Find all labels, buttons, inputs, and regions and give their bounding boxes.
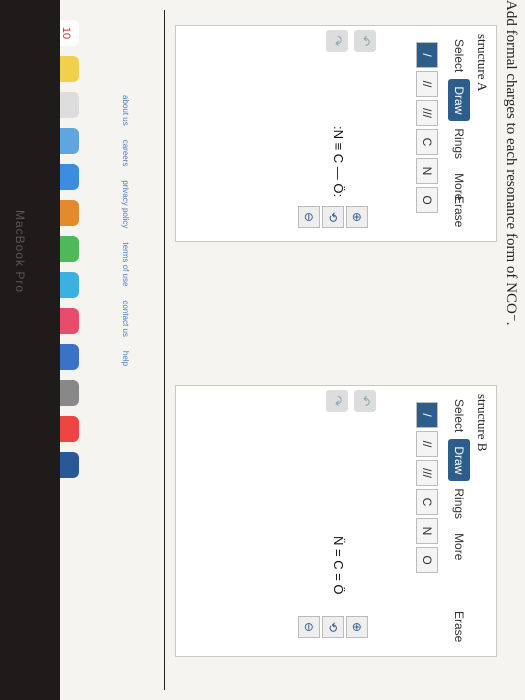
structure-b-panel: structure B Select Draw Rings More Erase… bbox=[175, 385, 497, 657]
draw-tool[interactable]: Draw bbox=[448, 79, 470, 122]
zoom-in-icon[interactable]: ⊕ bbox=[346, 206, 368, 228]
zoom-in-icon[interactable]: ⊕ bbox=[346, 616, 368, 638]
structure-a-bond-row: / // /// C N O bbox=[416, 42, 438, 213]
undo-icon[interactable]: ↶ bbox=[354, 30, 376, 52]
oxygen-atom-button[interactable]: O bbox=[416, 187, 438, 213]
structure-b-bond-row: / // /// C N O bbox=[416, 402, 438, 573]
oxygen-atom-button[interactable]: O bbox=[416, 547, 438, 573]
nitrogen-atom-button[interactable]: N bbox=[416, 518, 438, 544]
privacy-policy-link[interactable]: privacy policy bbox=[121, 180, 130, 228]
careers-link[interactable]: careers bbox=[121, 140, 130, 167]
zoom-out-icon[interactable]: ⊖ bbox=[298, 206, 320, 228]
rings-tool[interactable]: Rings bbox=[448, 481, 470, 526]
screen: Add formal charges to each resonance for… bbox=[0, 0, 525, 700]
select-tool[interactable]: Select bbox=[448, 392, 470, 439]
structure-b-title: structure B bbox=[475, 394, 490, 452]
contact-us-link[interactable]: contact us bbox=[121, 300, 130, 336]
triple-bond-button[interactable]: /// bbox=[416, 100, 438, 126]
zoom-reset-icon[interactable]: ⟲ bbox=[322, 616, 344, 638]
terms-of-use-link[interactable]: terms of use bbox=[121, 242, 130, 286]
structure-b-toolbar: Select Draw Rings More bbox=[448, 392, 470, 567]
structure-a-panel: structure A Select Draw Rings More Erase… bbox=[175, 25, 497, 242]
about-us-link[interactable]: about us bbox=[121, 95, 130, 126]
rings-tool[interactable]: Rings bbox=[448, 121, 470, 166]
select-tool[interactable]: Select bbox=[448, 32, 470, 79]
double-bond-button[interactable]: // bbox=[416, 431, 438, 457]
draw-tool[interactable]: Draw bbox=[448, 439, 470, 482]
zoom-out-icon[interactable]: ⊖ bbox=[298, 616, 320, 638]
single-bond-button[interactable]: / bbox=[416, 42, 438, 68]
redo-icon[interactable]: ↷ bbox=[326, 30, 348, 52]
laptop-brand: MacBook Pro bbox=[13, 210, 27, 294]
structure-a-title: structure A bbox=[475, 34, 490, 92]
question-text: Add formal charges to each resonance for… bbox=[503, 0, 519, 326]
structure-a-toolbar: Select Draw Rings More bbox=[448, 32, 470, 207]
more-tool[interactable]: More bbox=[448, 526, 470, 567]
undo-icon[interactable]: ↶ bbox=[354, 390, 376, 412]
structure-b-molecule[interactable]: N̈ = C = Ö bbox=[331, 536, 346, 595]
double-bond-button[interactable]: // bbox=[416, 71, 438, 97]
carbon-atom-button[interactable]: C bbox=[416, 129, 438, 155]
single-bond-button[interactable]: / bbox=[416, 402, 438, 428]
help-link[interactable]: help bbox=[121, 351, 130, 366]
carbon-atom-button[interactable]: C bbox=[416, 489, 438, 515]
triple-bond-button[interactable]: /// bbox=[416, 460, 438, 486]
zoom-reset-icon[interactable]: ⟲ bbox=[322, 206, 344, 228]
erase-button[interactable]: Erase bbox=[452, 196, 466, 227]
structure-a-molecule[interactable]: :N ≡ C — Ö: bbox=[331, 126, 346, 197]
laptop-bezel bbox=[0, 0, 60, 700]
nitrogen-atom-button[interactable]: N bbox=[416, 158, 438, 184]
erase-button[interactable]: Erase bbox=[452, 611, 466, 642]
divider bbox=[164, 10, 165, 690]
redo-icon[interactable]: ↷ bbox=[326, 390, 348, 412]
footer-links: about us careers privacy policy terms of… bbox=[121, 95, 130, 366]
